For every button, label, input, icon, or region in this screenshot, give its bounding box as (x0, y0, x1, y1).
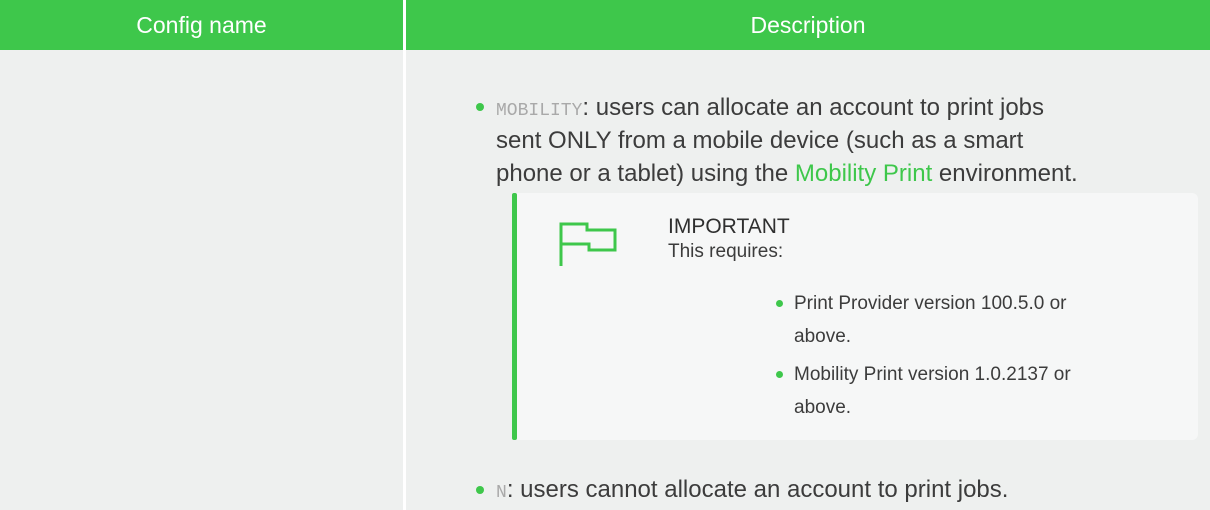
list-item-mobility-line2: sent ONLY from a mobile device (such as … (496, 127, 1024, 154)
note-title: IMPORTANT (668, 215, 790, 238)
important-note: IMPORTANT This requires: Print Provider … (512, 193, 1198, 440)
list-item-text: environment. (932, 160, 1078, 187)
note-item-line: above. (794, 326, 852, 347)
list-item-text: : users can allocate an account to print… (582, 94, 1045, 121)
config-table: Config name Description MOBILITY: users … (0, 0, 1210, 510)
bullet-icon (476, 486, 484, 494)
config-name-cell (0, 50, 403, 510)
note-accent-bar (512, 193, 517, 440)
note-subtitle: This requires: (668, 241, 784, 262)
list-item-mobility-line3: phone or a tablet) using the Mobility Pr… (496, 157, 1078, 190)
config-value-code: MOBILITY (496, 101, 583, 121)
note-item-line: Mobility Print version 1.0.2137 or (794, 364, 1071, 385)
column-header-description: Description (406, 0, 1210, 50)
column-header-config-name: Config name (0, 0, 403, 50)
flag-icon (559, 222, 617, 266)
list-item-mobility-line1: MOBILITY: users can allocate an account … (496, 91, 1044, 128)
list-item-n: N: users cannot allocate an account to p… (496, 473, 1008, 510)
note-item-line: Print Provider version 100.5.0 or (794, 293, 1067, 314)
bullet-icon (776, 300, 783, 307)
note-item-line: above. (794, 397, 852, 418)
bullet-icon (776, 371, 783, 378)
list-item-text: : users cannot allocate an account to pr… (506, 476, 1009, 503)
list-item-text: phone or a tablet) using the (496, 160, 795, 187)
bullet-icon (476, 103, 484, 111)
config-value-code: N (496, 483, 507, 503)
mobility-print-link[interactable]: Mobility Print (795, 160, 932, 187)
